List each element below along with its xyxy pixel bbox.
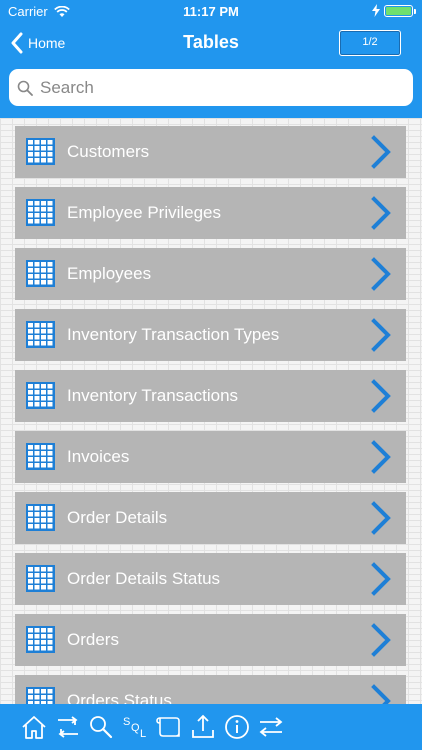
swap-icon: [259, 717, 283, 737]
search-input[interactable]: [40, 77, 380, 98]
table-grid-icon: [26, 199, 55, 226]
table-grid-icon: [26, 321, 55, 348]
sync-icon: [58, 716, 78, 738]
chevron-right-icon: [371, 257, 391, 291]
chevron-right-icon: [371, 318, 391, 352]
table-row-label: Order Details: [67, 508, 168, 527]
table-row[interactable]: Order Details Status: [15, 553, 406, 605]
sql-button[interactable]: S Q L: [120, 712, 150, 742]
sql-letter-l: L: [140, 728, 146, 740]
table-grid-icon: [26, 138, 55, 165]
table-grid-icon: [26, 626, 55, 653]
table-row[interactable]: Inventory Transactions: [15, 370, 406, 422]
table-row[interactable]: Orders: [15, 614, 406, 666]
export-button[interactable]: [188, 712, 218, 742]
search-toolbar-button[interactable]: [86, 712, 116, 742]
bottom-toolbar: S Q L: [0, 704, 422, 750]
search-bar[interactable]: [9, 69, 413, 106]
table-grid-icon: [26, 687, 55, 704]
table-row-label: Orders Status: [67, 691, 172, 704]
header: Carrier 11:17 PM Home Tables 1/2: [0, 0, 422, 118]
table-row-label: Invoices: [67, 447, 130, 466]
chevron-right-icon: [371, 379, 391, 413]
table-row[interactable]: Inventory Transaction Types: [15, 309, 406, 361]
chevron-right-icon: [371, 623, 391, 657]
search-icon: [90, 716, 113, 739]
table-grid-icon: [26, 565, 55, 592]
home-icon: [22, 716, 46, 739]
table-row-label: Employees: [67, 264, 152, 283]
table-grid-icon: [26, 443, 55, 470]
scroll-icon: [156, 717, 180, 737]
chevron-right-icon: [371, 684, 391, 704]
table-grid-icon: [26, 382, 55, 409]
table-row[interactable]: Customers: [15, 126, 406, 178]
info-icon: [225, 715, 249, 739]
battery-icon: [384, 5, 416, 17]
chevron-right-icon: [371, 562, 391, 596]
charging-bolt-icon: [372, 4, 380, 17]
status-bar: Carrier 11:17 PM: [0, 0, 422, 22]
search-icon: [17, 80, 33, 96]
table-row-label: Customers: [67, 142, 150, 161]
chevron-right-icon: [371, 135, 391, 169]
table-list: Customers Employee Privileges Employees Inv…: [0, 118, 422, 704]
table-grid-icon: [26, 504, 55, 531]
table-row-label: Orders: [67, 630, 119, 649]
chevron-right-icon: [371, 440, 391, 474]
sql-icon: S Q L: [123, 716, 146, 740]
table-row[interactable]: Invoices: [15, 431, 406, 483]
swap-button[interactable]: [256, 712, 286, 742]
sql-letter-s: S: [123, 716, 130, 728]
scroll-button[interactable]: [154, 712, 184, 742]
table-row[interactable]: Employees: [15, 248, 406, 300]
table-row[interactable]: Orders Status: [15, 675, 406, 704]
chevron-right-icon: [371, 196, 391, 230]
sql-letter-q: Q: [131, 722, 140, 734]
table-row-label: Order Details Status: [67, 569, 221, 588]
table-row[interactable]: Employee Privileges: [15, 187, 406, 239]
home-button[interactable]: [19, 712, 49, 742]
table-row[interactable]: Order Details: [15, 492, 406, 544]
table-row-label: Inventory Transactions: [67, 386, 239, 405]
sync-button[interactable]: [53, 712, 83, 742]
table-grid-icon: [26, 260, 55, 287]
info-button[interactable]: [222, 712, 252, 742]
chevron-right-icon: [371, 501, 391, 535]
export-icon: [192, 714, 214, 738]
nav-bar: Home Tables 1/2: [0, 24, 422, 64]
table-row-label: Employee Privileges: [67, 203, 222, 222]
page-indicator-button[interactable]: 1/2: [339, 30, 401, 56]
table-row-label: Inventory Transaction Types: [67, 325, 280, 344]
clock: 11:17 PM: [183, 4, 239, 19]
